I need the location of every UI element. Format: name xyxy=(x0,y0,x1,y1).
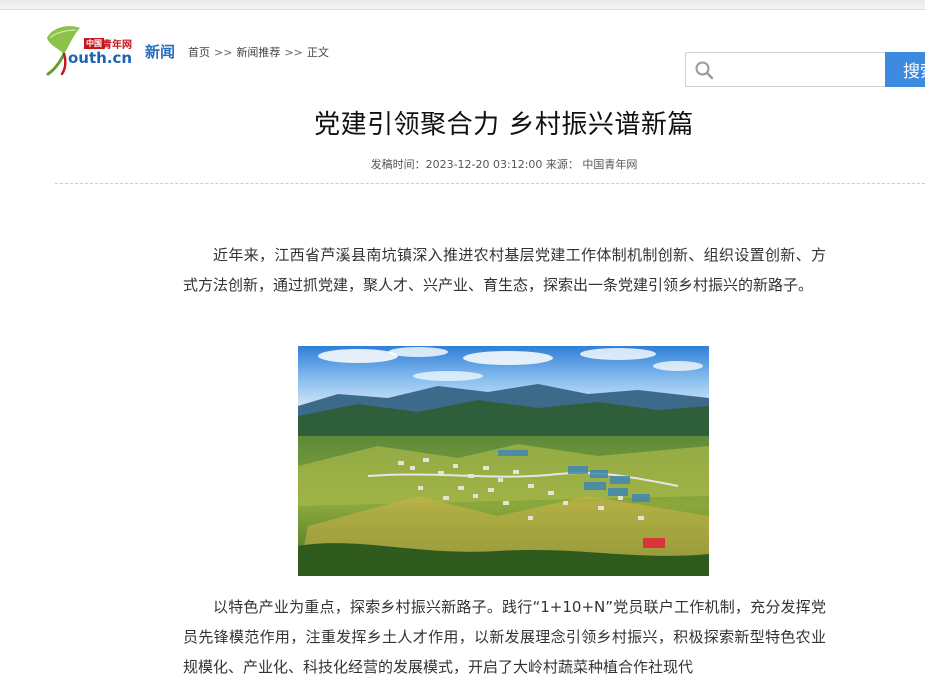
breadcrumb-separator: >> xyxy=(284,46,303,59)
article-paragraph: 以特色产业为重点，探索乡村振兴新路子。践行“1+10+N”党员联户工作机制，充分… xyxy=(183,598,826,676)
browser-top-strip xyxy=(0,0,925,10)
breadcrumb-current: 正文 xyxy=(306,46,329,59)
publish-time: 2023-12-20 03:12:00 xyxy=(425,158,543,171)
search-input[interactable] xyxy=(720,57,884,84)
source-label: 来源： xyxy=(545,158,579,171)
publish-time-label: 发稿时间： xyxy=(370,158,426,171)
breadcrumb-separator: >> xyxy=(214,46,233,59)
search-box xyxy=(685,52,885,87)
logo-cn-badge: 中国 xyxy=(84,38,104,49)
article-paragraph: 近年来，江西省芦溪县南坑镇深入推进农村基层党建工作体制机制创新、组织设置创新、方… xyxy=(183,246,826,294)
site-logo[interactable]: 中国 青年网 outh.cn xyxy=(44,24,140,78)
title-divider xyxy=(55,183,925,184)
breadcrumb-news-recommend[interactable]: 新闻推荐 xyxy=(236,46,280,59)
logo-en-text: outh.cn xyxy=(68,49,133,67)
article-title: 党建引领聚合力 乡村振兴谱新篇 xyxy=(314,110,694,140)
source-value: 中国青年网 xyxy=(582,158,638,171)
search-icon xyxy=(695,61,714,80)
breadcrumb: 首页 >> 新闻推荐 >> 正文 xyxy=(188,44,329,60)
article-photo xyxy=(298,346,709,576)
aerial-village-photo-icon xyxy=(298,346,709,576)
breadcrumb-home[interactable]: 首页 xyxy=(188,46,210,59)
channel-name[interactable]: 新闻 xyxy=(145,41,175,62)
article-meta: 发稿时间：2023-12-20 03:12:00 来源： 中国青年网 xyxy=(0,156,925,172)
search-button[interactable]: 搜索 xyxy=(885,52,925,87)
